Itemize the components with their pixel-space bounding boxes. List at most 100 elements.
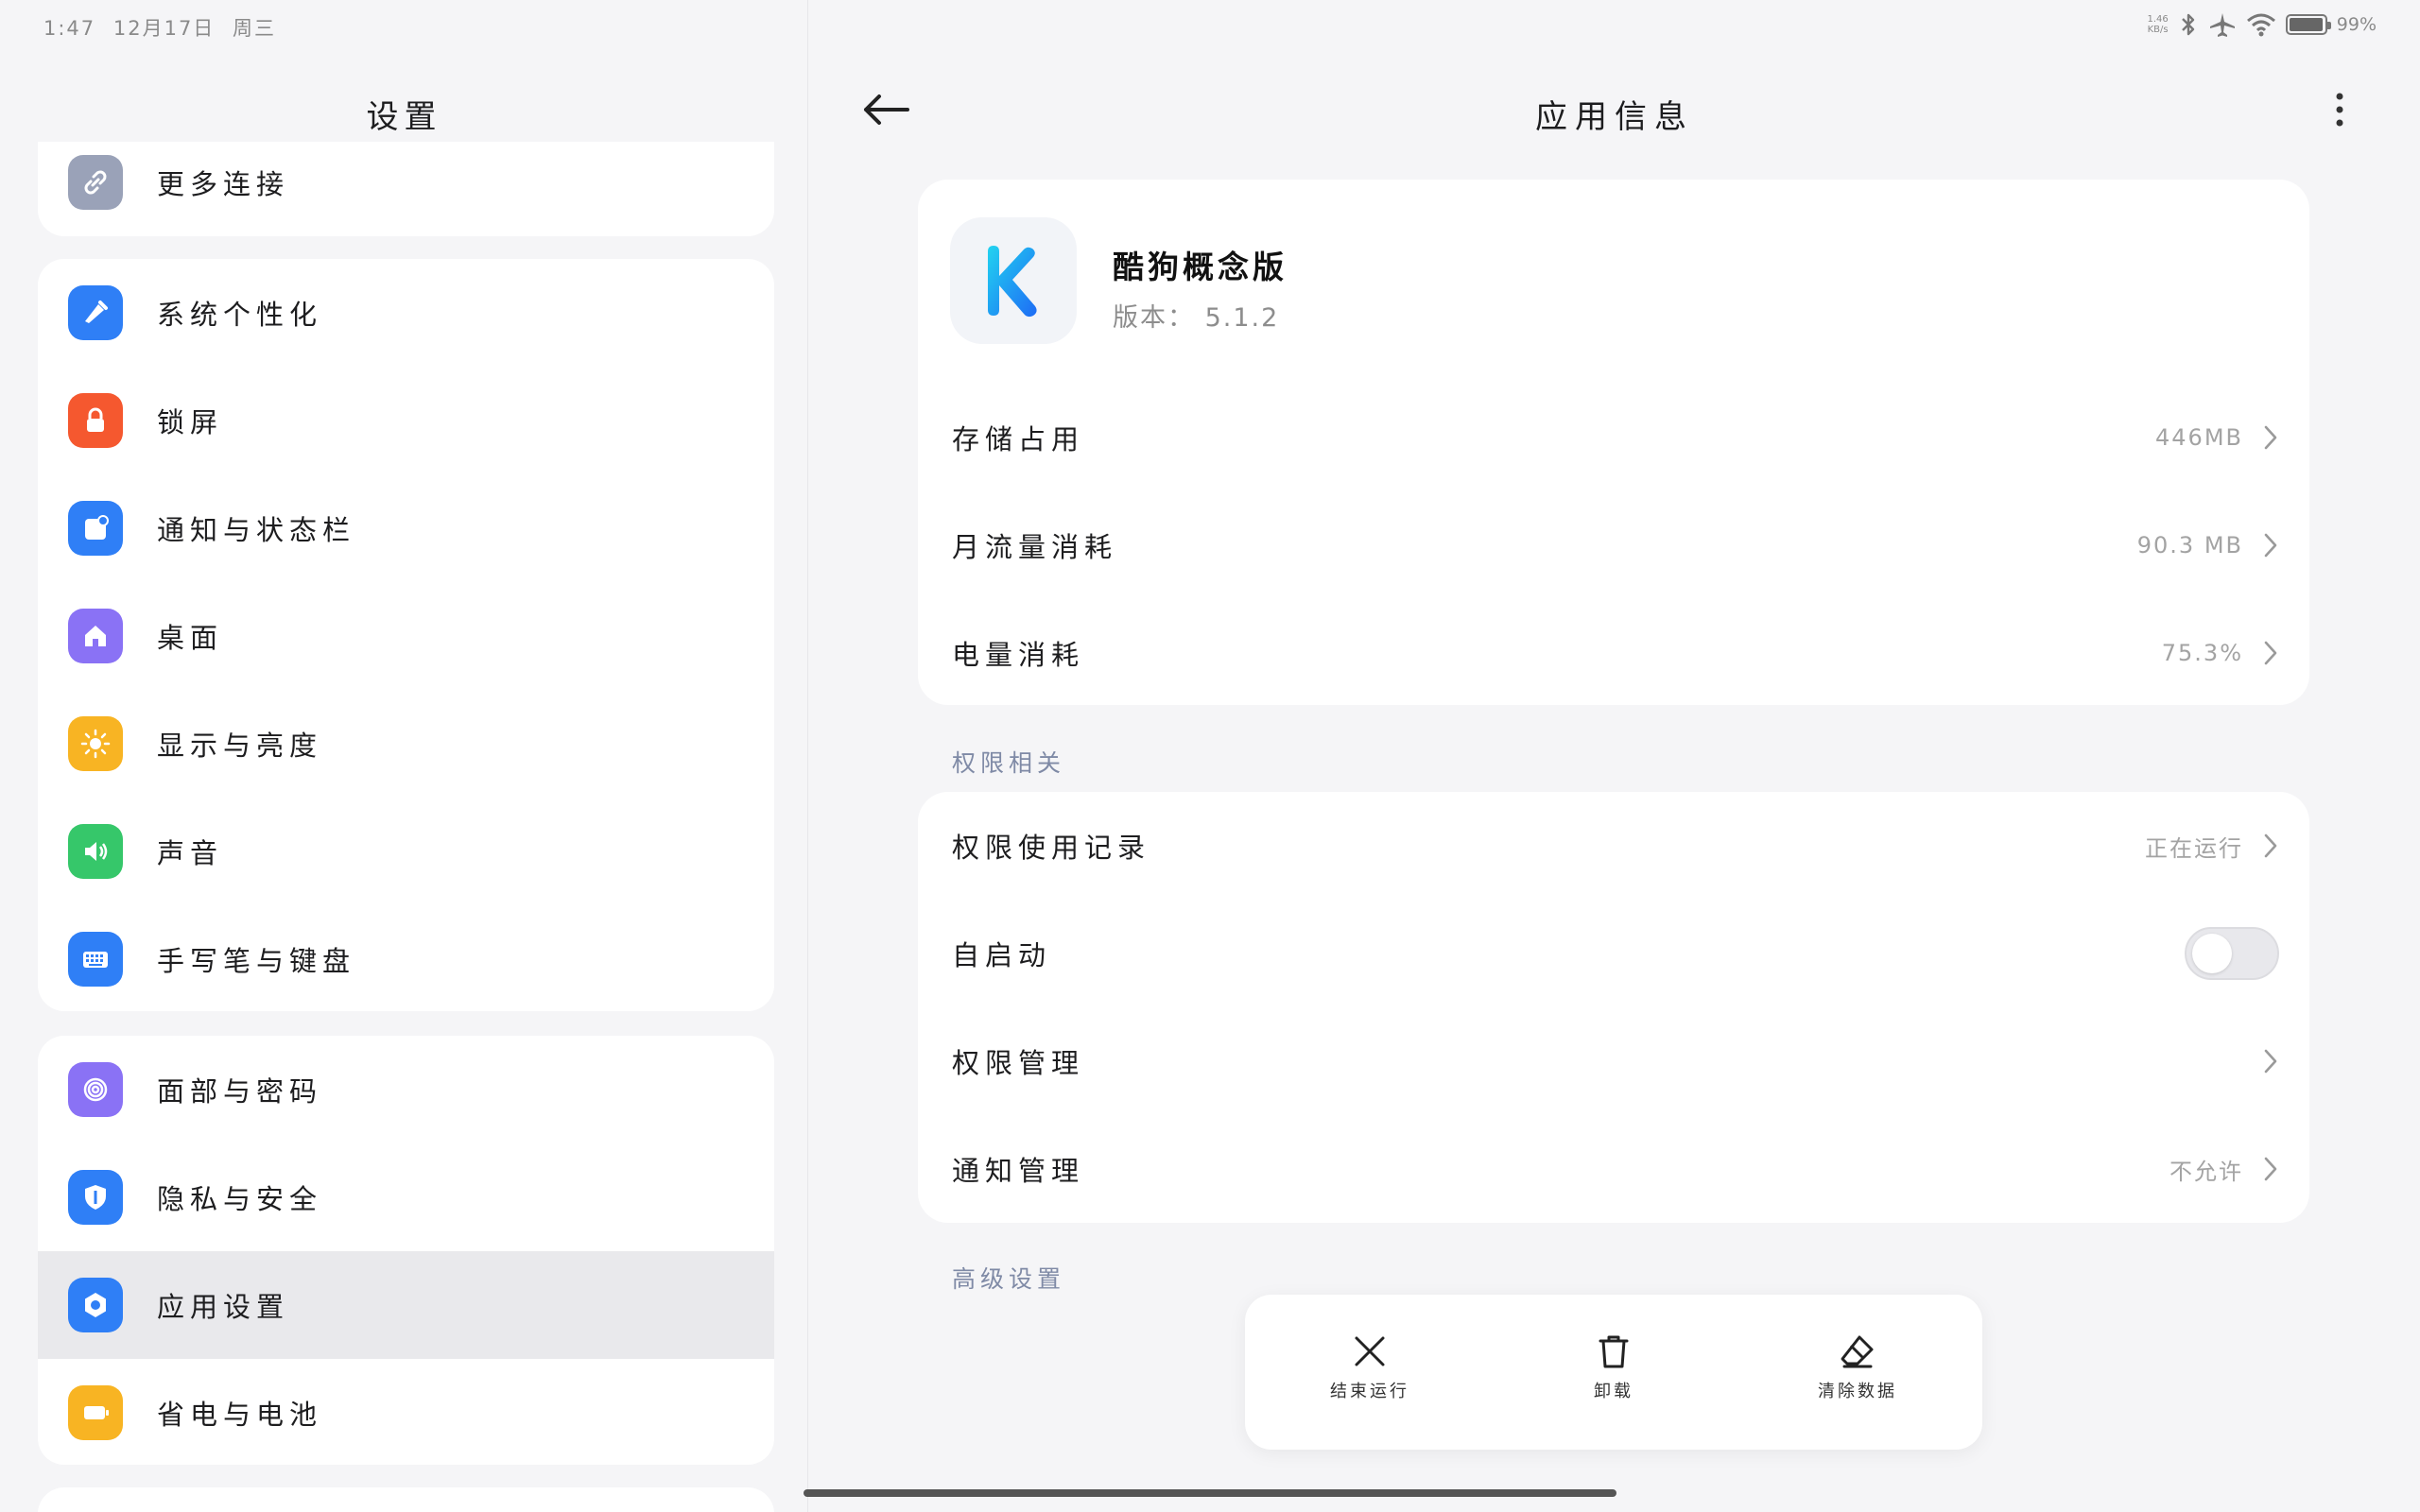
- chevron-right-icon: [2264, 1049, 2277, 1074]
- airplane-mode-icon: [2208, 11, 2237, 38]
- action-bar: 结束运行 卸载 清除数据: [1245, 1295, 1982, 1450]
- lock-icon: [68, 393, 123, 448]
- settings-group-security: 面部与密码 隐私与安全 应用设置 省电与电池: [38, 1036, 774, 1465]
- kugou-logo-icon: [988, 246, 1037, 318]
- home-indicator[interactable]: [804, 1489, 1616, 1497]
- sidebar-item-stylus-keyboard[interactable]: 手写笔与键盘: [38, 905, 774, 1011]
- action-label: 卸载: [1594, 1382, 1634, 1401]
- app-version: 版本： 5.1.2: [1113, 303, 1280, 333]
- storage-usage-row[interactable]: 存储占用 446MB: [918, 384, 2309, 491]
- row-value: 正在运行: [2145, 834, 2243, 862]
- notification-management-row[interactable]: 通知管理 不允许: [918, 1115, 2309, 1223]
- action-label: 结束运行: [1330, 1382, 1409, 1401]
- app-icon: [950, 217, 1077, 344]
- sidebar-item-app-settings[interactable]: 应用设置: [38, 1251, 774, 1359]
- page-title: 应用信息: [1535, 98, 1694, 136]
- chevron-right-icon: [2264, 1157, 2277, 1181]
- sidebar-item-lock-screen[interactable]: 锁屏: [38, 367, 774, 474]
- sidebar-item-label: 声音: [157, 837, 224, 869]
- sidebar-item-label: 系统个性化: [157, 299, 323, 331]
- sidebar-item-face-password[interactable]: 面部与密码: [38, 1036, 774, 1143]
- row-label: 通知管理: [952, 1155, 1085, 1187]
- sidebar-item-personalization[interactable]: 系统个性化: [38, 259, 774, 367]
- permissions-card: 权限使用记录 正在运行 自启动 权限管理 通知管理 不允许: [918, 792, 2309, 1223]
- chevron-right-icon: [2264, 641, 2277, 665]
- sidebar-item-desktop[interactable]: 桌面: [38, 582, 774, 690]
- status-bar-right: 1.46 KB/s 99%: [2148, 11, 2377, 38]
- sidebar-item-privacy-security[interactable]: 隐私与安全: [38, 1143, 774, 1251]
- sidebar-item-label: 显示与亮度: [157, 730, 323, 762]
- permission-record-row[interactable]: 权限使用记录 正在运行: [918, 792, 2309, 900]
- settings-group-personalization: 系统个性化 锁屏 通知与状态栏 桌面 显示与亮度 声音 手写笔与键盘: [38, 259, 774, 1011]
- data-usage-row[interactable]: 月流量消耗 90.3 MB: [918, 491, 2309, 599]
- sidebar-item-display[interactable]: 显示与亮度: [38, 690, 774, 798]
- clear-data-button[interactable]: 清除数据: [1763, 1332, 1952, 1418]
- power-usage-row[interactable]: 电量消耗 75.3%: [918, 599, 2309, 707]
- autostart-row: 自启动: [918, 900, 2309, 1007]
- row-label: 权限使用记录: [952, 832, 1151, 864]
- row-label: 月流量消耗: [952, 531, 1118, 563]
- eraser-icon: [1841, 1335, 1874, 1368]
- more-options-button[interactable]: [2325, 87, 2354, 132]
- keyboard-icon: [68, 932, 123, 987]
- settings-pane: 设置 更多连接 系统个性化 锁屏 通知与状态栏 桌面 显示与亮度 声音 手写笔与…: [0, 0, 808, 1512]
- bluetooth-icon: [2178, 11, 2199, 38]
- hexagon-icon: [68, 1278, 123, 1332]
- chevron-right-icon: [2264, 833, 2277, 858]
- fingerprint-icon: [68, 1062, 123, 1117]
- settings-title: 设置: [366, 98, 442, 136]
- close-icon: [1355, 1336, 1385, 1366]
- app-header: 酷狗概念版 版本： 5.1.2: [950, 217, 2273, 344]
- sidebar-item-label: 更多连接: [157, 168, 290, 200]
- sidebar-item-notifications[interactable]: 通知与状态栏: [38, 474, 774, 582]
- toggle-knob: [2192, 934, 2232, 973]
- network-speed: 1.46 KB/s: [2147, 14, 2169, 35]
- row-label: 权限管理: [952, 1047, 1085, 1079]
- permissions-section-title: 权限相关: [952, 749, 1066, 777]
- home-icon: [68, 609, 123, 663]
- sun-icon: [68, 716, 123, 771]
- speaker-icon: [68, 824, 123, 879]
- row-label: 电量消耗: [952, 639, 1085, 671]
- sidebar-item-more-connections[interactable]: 更多连接: [38, 142, 774, 236]
- sidebar-item-label: 锁屏: [157, 406, 224, 438]
- row-value: 不允许: [2169, 1158, 2243, 1185]
- battery-fill: [2289, 18, 2324, 31]
- sidebar-item-sound[interactable]: 声音: [38, 798, 774, 905]
- action-label: 清除数据: [1818, 1382, 1897, 1401]
- sidebar-item-label: 通知与状态栏: [157, 514, 356, 546]
- battery-indicator: [2285, 14, 2331, 35]
- more-vertical-icon: [2336, 93, 2343, 127]
- shield-icon: [68, 1170, 123, 1225]
- advanced-section-title: 高级设置: [952, 1265, 1066, 1293]
- app-name: 酷狗概念版: [1113, 249, 1288, 285]
- trash-icon: [1599, 1335, 1629, 1368]
- wifi-icon: [2246, 12, 2276, 37]
- settings-group-more: [38, 1487, 774, 1512]
- brush-icon: [68, 285, 123, 340]
- force-stop-button[interactable]: 结束运行: [1275, 1332, 1464, 1418]
- row-value: 75.3%: [2161, 640, 2243, 666]
- row-label: 自启动: [952, 939, 1052, 971]
- autostart-toggle[interactable]: [2185, 927, 2279, 980]
- battery-percent: 99%: [2336, 14, 2377, 35]
- app-usage-card: 酷狗概念版 版本： 5.1.2 存储占用 446MB 月流量消耗 90.3 MB…: [918, 180, 2309, 705]
- sidebar-item-battery[interactable]: 省电与电池: [38, 1359, 774, 1465]
- chevron-right-icon: [2264, 425, 2277, 450]
- sidebar-item-label: 隐私与安全: [157, 1183, 323, 1215]
- sidebar-item-label: 面部与密码: [157, 1075, 323, 1108]
- sidebar-item-label: 应用设置: [157, 1291, 290, 1323]
- link-icon: [68, 155, 123, 210]
- sidebar-item-label: 手写笔与键盘: [157, 945, 356, 977]
- uninstall-button[interactable]: 卸载: [1519, 1332, 1708, 1418]
- row-label: 存储占用: [952, 423, 1085, 455]
- sidebar-item-label: 省电与电池: [157, 1399, 323, 1431]
- row-value: 446MB: [2155, 424, 2243, 451]
- battery-icon: [68, 1385, 123, 1440]
- settings-group-connections: 更多连接: [38, 142, 774, 236]
- row-value: 90.3 MB: [2136, 532, 2243, 558]
- sidebar-item-label: 桌面: [157, 622, 224, 654]
- permission-management-row[interactable]: 权限管理: [918, 1007, 2309, 1115]
- notification-icon: [68, 501, 123, 556]
- chevron-right-icon: [2264, 533, 2277, 558]
